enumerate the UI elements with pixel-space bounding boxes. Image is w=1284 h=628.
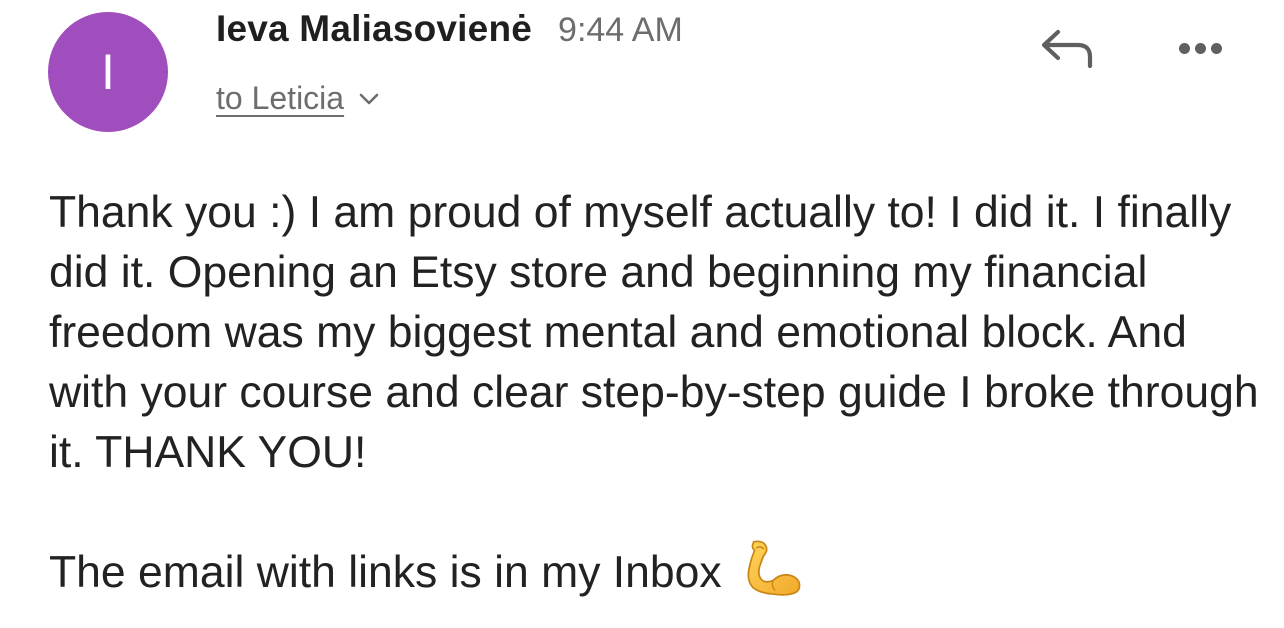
avatar[interactable]: I [48, 12, 168, 132]
message-paragraph: Thank you :) I am proud of myself actual… [49, 188, 1259, 477]
message-time: 9:44 AM [558, 11, 683, 49]
sender-row: Ieva Maliasovienė 9:44 AM [216, 8, 683, 50]
more-horizontal-icon-dot [1194, 42, 1206, 54]
sender-name[interactable]: Ieva Maliasovienė [216, 8, 532, 50]
reply-button[interactable] [1036, 22, 1100, 74]
flexed-biceps-icon [747, 540, 801, 596]
chevron-down-icon[interactable] [358, 92, 380, 106]
more-horizontal-icon-dot [1210, 42, 1222, 54]
closing-text: The email with links is in my Inbox [49, 548, 722, 597]
closing-line: The email with links is in my Inbox [49, 540, 1259, 603]
recipient-details-toggle[interactable]: to Leticia [216, 80, 380, 117]
message-body: Thank you :) I am proud of myself actual… [49, 183, 1259, 603]
reply-icon [1041, 29, 1093, 69]
more-horizontal-icon [1178, 42, 1190, 54]
avatar-letter: I [101, 44, 115, 100]
more-options-button[interactable] [1170, 28, 1230, 68]
recipient-label[interactable]: to Leticia [216, 80, 344, 117]
